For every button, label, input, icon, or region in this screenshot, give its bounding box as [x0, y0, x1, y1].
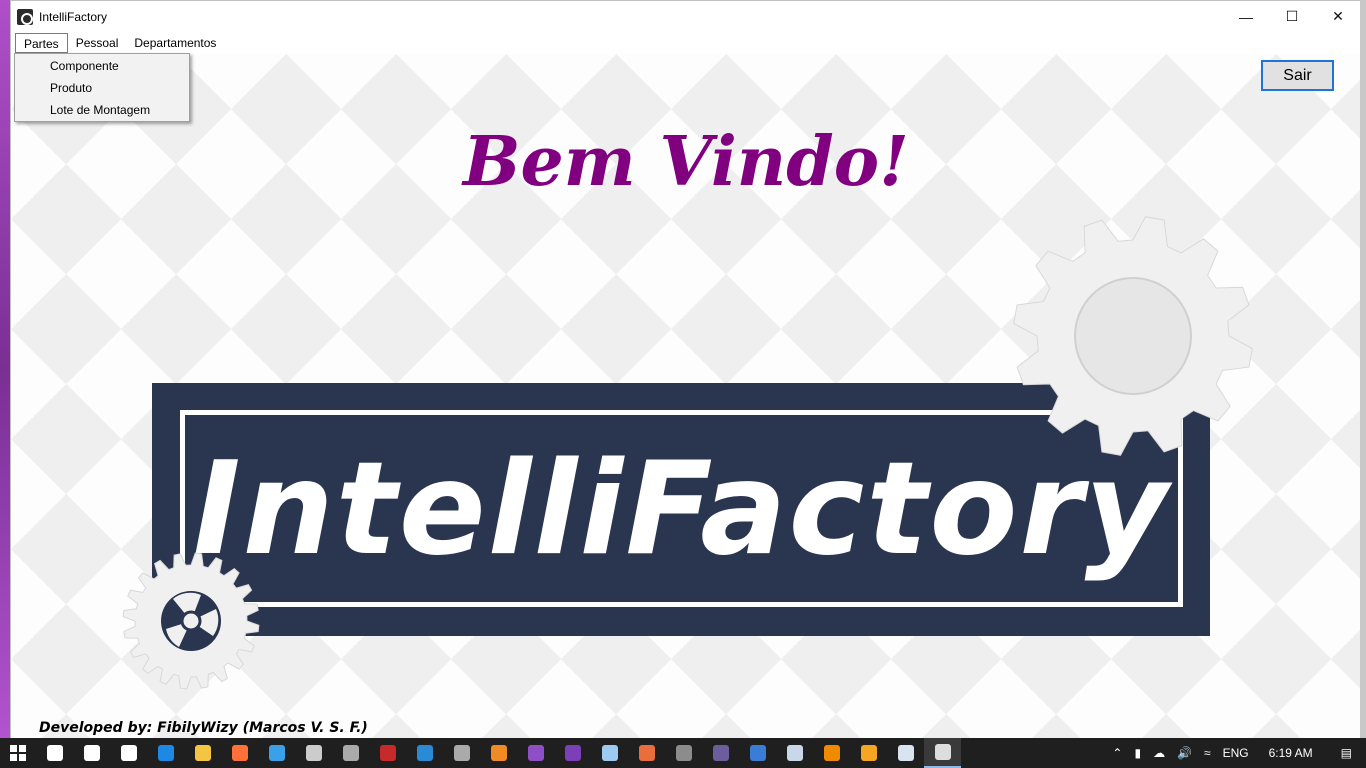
vlc-icon[interactable]	[813, 738, 850, 768]
cube-icon[interactable]	[591, 738, 628, 768]
people-icon-glyph	[638, 745, 655, 761]
main-content: Bem Vindo! Sair IntelliFactory Developed…	[11, 54, 1361, 739]
edge-icon-glyph	[157, 745, 174, 761]
app-window: IntelliFactory — ☐ ✕ Partes Pessoal Depa…	[10, 0, 1362, 739]
partes-dropdown-menu: Componente Produto Lote de Montagem	[14, 53, 190, 122]
firefox-icon-glyph	[231, 745, 248, 761]
language-indicator[interactable]: ENG	[1217, 746, 1255, 760]
menu-item-produto[interactable]: Produto	[15, 77, 189, 99]
intellifactory-icon[interactable]	[924, 738, 961, 768]
window-controls: — ☐ ✕	[1223, 1, 1361, 32]
gimp-icon-glyph	[675, 745, 692, 761]
minimize-icon[interactable]: —	[1223, 1, 1269, 32]
folder-icon[interactable]	[184, 738, 221, 768]
menu-departamentos[interactable]: Departamentos	[126, 33, 224, 53]
tray-chevron-icon[interactable]: ⌃	[1106, 746, 1128, 760]
menu-partes[interactable]: Partes	[15, 33, 68, 53]
app-gear-icon	[17, 8, 33, 25]
cube-icon-glyph	[601, 745, 618, 761]
media-icon-glyph	[749, 745, 766, 761]
network-icon[interactable]: ☁	[1147, 746, 1171, 760]
search-icon[interactable]	[36, 738, 73, 768]
battery-icon[interactable]: ▮	[1128, 746, 1147, 760]
title-bar: IntelliFactory — ☐ ✕	[11, 1, 1361, 32]
vlc-icon-glyph	[823, 745, 840, 761]
player-icon[interactable]	[850, 738, 887, 768]
people-icon[interactable]	[628, 738, 665, 768]
volume-icon[interactable]: 🔊	[1171, 746, 1198, 760]
db-icon-glyph	[453, 745, 470, 761]
doc-icon-glyph	[897, 745, 914, 761]
exit-button[interactable]: Sair	[1261, 60, 1334, 91]
db-icon[interactable]	[443, 738, 480, 768]
menu-pessoal[interactable]: Pessoal	[68, 33, 127, 53]
taskbar-apps	[36, 738, 961, 768]
ie-icon-glyph	[268, 745, 285, 761]
obs-icon[interactable]	[702, 738, 739, 768]
search-icon-glyph	[46, 745, 63, 761]
clock[interactable]: 6:19 AM	[1255, 746, 1327, 760]
big-gear-icon	[1013, 216, 1253, 456]
system-tray: ⌃ ▮ ☁ 🔊 ≈ ENG 6:19 AM ▤	[1106, 738, 1366, 768]
autocad-icon-glyph	[379, 745, 396, 761]
box-icon-glyph	[490, 745, 507, 761]
taskbar: ⌃ ▮ ☁ 🔊 ≈ ENG 6:19 AM ▤	[0, 738, 1366, 768]
player-icon-glyph	[860, 745, 877, 761]
small-gear-icon	[122, 552, 260, 690]
edge-icon[interactable]	[147, 738, 184, 768]
task-view-icon[interactable]	[73, 738, 110, 768]
eclipse-icon[interactable]	[332, 738, 369, 768]
windows-logo-icon	[10, 745, 26, 761]
vs-icon-glyph	[527, 745, 544, 761]
notepad-icon-glyph	[786, 745, 803, 761]
doc-icon[interactable]	[887, 738, 924, 768]
vs2-icon-glyph	[564, 745, 581, 761]
vs-icon[interactable]	[517, 738, 554, 768]
inkscape-icon[interactable]	[295, 738, 332, 768]
folder-icon-glyph	[194, 745, 211, 761]
menu-bar: Partes Pessoal Departamentos	[11, 32, 1361, 54]
store-icon-glyph	[120, 745, 137, 761]
media-icon[interactable]	[739, 738, 776, 768]
vscode-icon[interactable]	[406, 738, 443, 768]
box-icon[interactable]	[480, 738, 517, 768]
obs-icon-glyph	[712, 745, 729, 761]
vscode-icon-glyph	[416, 745, 433, 761]
autocad-icon[interactable]	[369, 738, 406, 768]
menu-item-componente[interactable]: Componente	[15, 55, 189, 77]
gimp-icon[interactable]	[665, 738, 702, 768]
close-icon[interactable]: ✕	[1315, 1, 1361, 32]
menu-item-lote-de-montagem[interactable]: Lote de Montagem	[15, 99, 189, 121]
notifications-icon[interactable]: ▤	[1327, 746, 1366, 760]
inkscape-icon-glyph	[305, 745, 322, 761]
task-view-icon-glyph	[83, 745, 100, 761]
developer-credit: Developed by: FibilyWizy (Marcos V. S. F…	[39, 720, 368, 736]
maximize-icon[interactable]: ☐	[1269, 1, 1315, 32]
ie-icon[interactable]	[258, 738, 295, 768]
desktop-background	[0, 0, 10, 738]
store-icon[interactable]	[110, 738, 147, 768]
vs2-icon[interactable]	[554, 738, 591, 768]
intellifactory-icon-glyph	[934, 744, 951, 760]
notepad-icon[interactable]	[776, 738, 813, 768]
desktop-edge	[1360, 0, 1366, 738]
firefox-icon[interactable]	[221, 738, 258, 768]
window-title: IntelliFactory	[39, 9, 108, 24]
start-button[interactable]	[0, 738, 36, 768]
welcome-heading: Bem Vindo!	[463, 122, 909, 202]
eclipse-icon-glyph	[342, 745, 359, 761]
wifi-icon[interactable]: ≈	[1198, 746, 1217, 760]
